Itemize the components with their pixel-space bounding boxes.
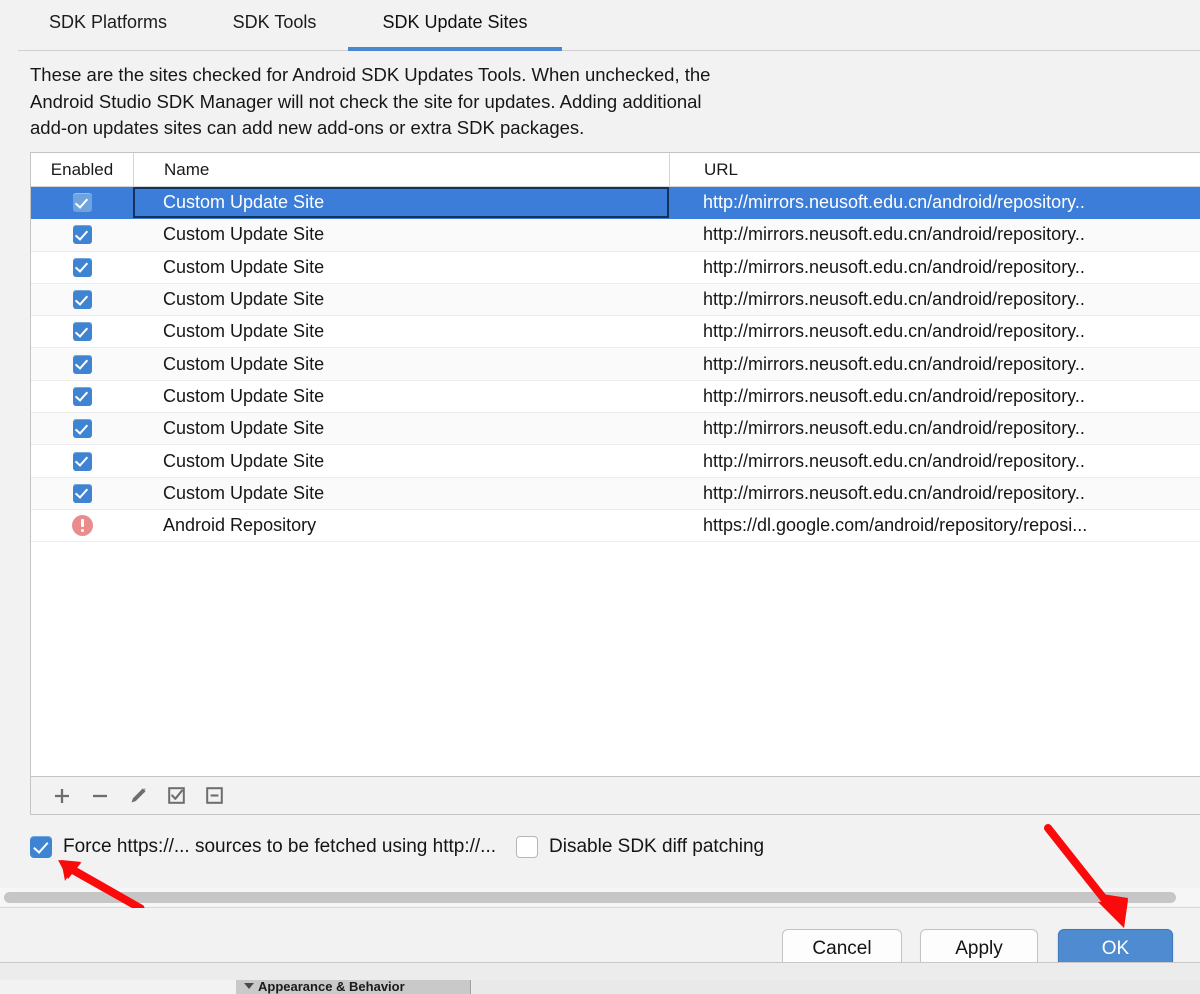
description-text: These are the sites checked for Android … — [30, 64, 711, 138]
background-window: Appearance & Behavior — [0, 962, 1200, 994]
row-url-cell[interactable]: https://dl.google.com/android/repository… — [669, 510, 1200, 541]
active-tab-underline — [348, 47, 562, 51]
row-name-cell[interactable]: Custom Update Site — [133, 478, 669, 509]
row-enabled-cell[interactable] — [31, 478, 133, 509]
tab-sdk-tools-label: SDK Tools — [232, 12, 317, 32]
row-enabled-cell[interactable] — [31, 284, 133, 315]
row-url-cell[interactable]: http://mirrors.neusoft.edu.cn/android/re… — [669, 348, 1200, 379]
background-settings-tree-item[interactable]: Appearance & Behavior — [236, 980, 471, 994]
checkbox-label: Disable SDK diff patching — [549, 836, 765, 857]
row-enabled-checkbox[interactable] — [72, 257, 92, 277]
row-enabled-checkbox[interactable] — [72, 386, 92, 406]
row-url-cell[interactable]: http://mirrors.neusoft.edu.cn/android/re… — [669, 219, 1200, 250]
row-name-cell[interactable]: Custom Update Site — [133, 219, 669, 250]
row-enabled-cell[interactable] — [31, 510, 133, 541]
column-header-enabled[interactable]: Enabled — [31, 153, 133, 186]
row-enabled-cell[interactable] — [31, 445, 133, 476]
table-toolbar — [30, 777, 1200, 815]
minus-icon[interactable] — [81, 781, 119, 811]
horizontal-scrollbar-thumb[interactable] — [4, 892, 1176, 903]
row-url-cell[interactable]: http://mirrors.neusoft.edu.cn/android/re… — [669, 284, 1200, 315]
row-enabled-cell[interactable] — [31, 252, 133, 283]
disable-sdk-diff-patching-checkbox[interactable]: Disable SDK diff patching — [516, 836, 764, 858]
row-name-cell[interactable]: Custom Update Site — [133, 348, 669, 379]
row-name-cell[interactable]: Custom Update Site — [133, 445, 669, 476]
row-name-cell[interactable]: Custom Update Site — [133, 284, 669, 315]
row-enabled-checkbox[interactable] — [72, 290, 92, 310]
checkbox-box[interactable] — [30, 836, 52, 858]
row-enabled-cell[interactable] — [31, 187, 133, 218]
column-header-name[interactable]: Name — [133, 153, 669, 186]
table-row[interactable]: Custom Update Site http://mirrors.neusoft… — [31, 477, 1200, 510]
row-enabled-checkbox[interactable] — [72, 193, 92, 213]
tab-bar: SDK Platforms SDK Tools SDK Update Sites — [0, 0, 1200, 51]
row-name-cell[interactable]: Custom Update Site — [133, 316, 669, 347]
table-row[interactable]: Custom Update Site http://mirrors.neusoft… — [31, 283, 1200, 317]
error-icon — [71, 515, 93, 537]
row-enabled-cell[interactable] — [31, 348, 133, 379]
row-enabled-checkbox[interactable] — [72, 483, 92, 503]
deselect-all-icon[interactable] — [195, 781, 233, 811]
row-enabled-checkbox[interactable] — [72, 225, 92, 245]
table-row[interactable]: Custom Update Site http://mirrors.neusoft… — [31, 251, 1200, 284]
table-row[interactable]: Custom Update Site http://mirrors.neusoft… — [31, 348, 1200, 381]
row-name-cell[interactable]: Custom Update Site — [133, 252, 669, 283]
tab-sdk-tools[interactable]: SDK Tools — [198, 0, 351, 51]
row-enabled-checkbox[interactable] — [72, 322, 92, 342]
apply-button[interactable]: Apply — [920, 929, 1038, 962]
table-row[interactable]: Custom Update Site http://mirrors.neusoft… — [31, 445, 1200, 478]
row-enabled-cell[interactable] — [31, 413, 133, 444]
table-body: Custom Update Site http://mirrors.neusoft… — [31, 187, 1200, 747]
table-row[interactable]: Custom Update Site http://mirrors.neusoft… — [31, 380, 1200, 414]
row-enabled-checkbox[interactable] — [72, 419, 92, 439]
row-url-cell[interactable]: http://mirrors.neusoft.edu.cn/android/re… — [669, 445, 1200, 476]
row-url-cell[interactable]: http://mirrors.neusoft.edu.cn/android/re… — [669, 316, 1200, 347]
tab-sdk-platforms-label: SDK Platforms — [48, 12, 168, 32]
row-url-cell[interactable]: http://mirrors.neusoft.edu.cn/android/re… — [669, 478, 1200, 509]
pencil-icon[interactable] — [119, 781, 157, 811]
tab-sdk-update-sites[interactable]: SDK Update Sites — [348, 0, 562, 51]
plus-icon[interactable] — [43, 781, 81, 811]
row-enabled-cell[interactable] — [31, 219, 133, 250]
table-row[interactable]: Custom Update Site http://mirrors.neusoft… — [31, 187, 1200, 220]
table-row[interactable]: Custom Update Site http://mirrors.neusoft… — [31, 316, 1200, 349]
row-enabled-cell[interactable] — [31, 381, 133, 412]
background-panel-left — [0, 980, 237, 994]
table-row[interactable]: Android Repository https://dl.google.com/… — [31, 509, 1200, 543]
select-all-icon[interactable] — [157, 781, 195, 811]
force-http-sources-checkbox[interactable]: Force https://... sources to be fetched … — [30, 836, 496, 858]
checkbox-box[interactable] — [516, 836, 539, 858]
row-enabled-checkbox[interactable] — [72, 451, 92, 471]
background-panel-right — [472, 980, 1200, 994]
triangle-collapse-icon — [244, 983, 254, 989]
table-row[interactable]: Custom Update Site http://mirrors.neusoft… — [31, 219, 1200, 252]
row-enabled-cell[interactable] — [31, 316, 133, 347]
row-enabled-checkbox[interactable] — [72, 354, 92, 374]
tab-sdk-platforms[interactable]: SDK Platforms — [18, 0, 198, 51]
row-url-cell[interactable]: http://mirrors.neusoft.edu.cn/android/re… — [669, 187, 1200, 218]
tab-sdk-update-sites-label: SDK Update Sites — [382, 12, 528, 32]
ok-button[interactable]: OK — [1058, 929, 1173, 962]
table-header-row: Enabled Name URL — [31, 153, 1200, 187]
row-url-cell[interactable]: http://mirrors.neusoft.edu.cn/android/re… — [669, 381, 1200, 412]
row-name-cell[interactable]: Custom Update Site — [133, 381, 669, 412]
update-sites-table: Enabled Name URL Custom Update Site http:… — [30, 152, 1200, 777]
row-name-cell[interactable]: Custom Update Site — [133, 413, 669, 444]
row-url-cell[interactable]: http://mirrors.neusoft.edu.cn/android/re… — [669, 413, 1200, 444]
table-row[interactable]: Custom Update Site http://mirrors.neusoft… — [31, 413, 1200, 446]
column-header-url[interactable]: URL — [669, 153, 1200, 186]
checkbox-label: Force https://... sources to be fetched … — [63, 836, 497, 857]
row-name-cell[interactable]: Android Repository — [133, 510, 669, 541]
row-url-cell[interactable]: http://mirrors.neusoft.edu.cn/android/re… — [669, 252, 1200, 283]
sdk-manager-dialog: SDK Platforms SDK Tools SDK Update Sites… — [0, 0, 1200, 962]
row-name-cell[interactable]: Custom Update Site — [133, 187, 669, 219]
cancel-button[interactable]: Cancel — [782, 929, 902, 962]
options-row: Force https://... sources to be fetched … — [30, 832, 764, 862]
background-tree-item-label: Appearance & Behavior — [258, 980, 405, 994]
